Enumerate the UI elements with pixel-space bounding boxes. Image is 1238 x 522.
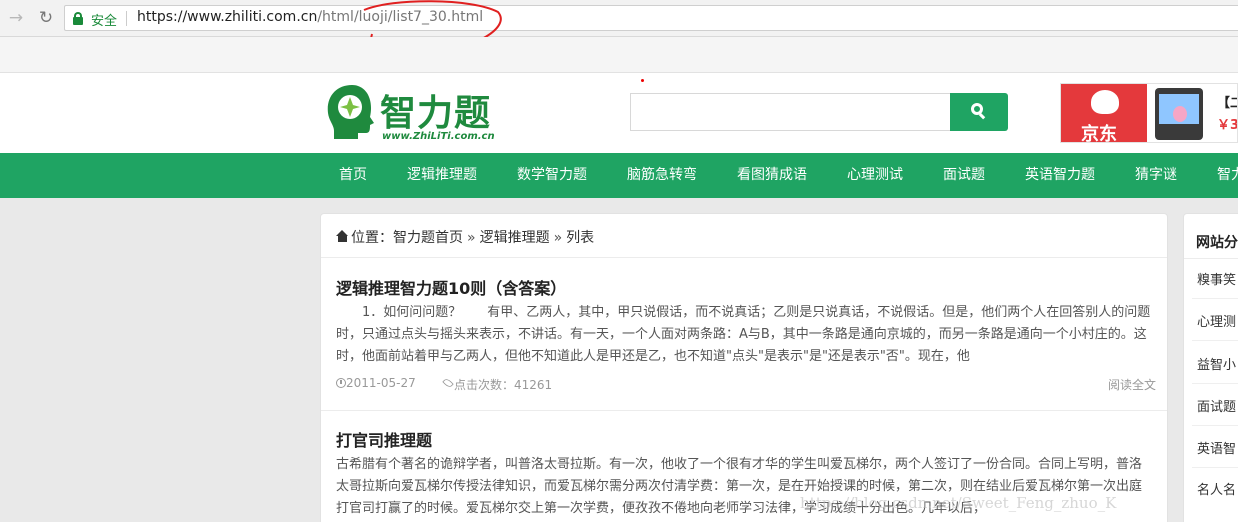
read-more-link[interactable]: 阅读全文	[1108, 376, 1156, 393]
url-path: /html/luoji/list7_30.html	[317, 9, 484, 25]
list-item: 逻辑推理智力题10则（含答案） 1．如何问问题？ 有甲、乙两人，其中，甲只说假话…	[321, 258, 1167, 411]
url-host: https://www.zhiliti.com.cn	[137, 9, 318, 25]
article-views: 点击次数：41261	[454, 378, 553, 392]
article-title-link[interactable]: 逻辑推理智力题10则（含答案）	[336, 275, 566, 299]
sidebar-item-interview[interactable]: 面试题	[1197, 396, 1236, 415]
breadcrumb-separator: »	[467, 230, 476, 246]
sidebar-title: 网站分	[1196, 235, 1238, 251]
nav-item-idioms[interactable]: 看图猜成语	[737, 153, 807, 198]
sidebar-divider	[1192, 298, 1238, 299]
nav-item-home[interactable]: 首页	[339, 153, 367, 198]
ad-brand: 京东	[1081, 124, 1117, 143]
article-meta: 2011-05-27 点击次数：41261 阅读全文	[336, 376, 1156, 392]
article-summary: 古希腊有个著名的诡辩学者，叫普洛太哥拉斯。有一次，他收了一个很有才华的学生叫爱瓦…	[336, 457, 1143, 516]
home-icon	[336, 230, 349, 242]
omnibox-divider	[126, 11, 127, 26]
nav-item-riddles[interactable]: 脑筋急转弯	[627, 153, 697, 198]
sidebar-divider	[1192, 467, 1238, 468]
site-header: 智力题 www.ZhiLiTi.com.cn 京东 【二 ￥3	[0, 73, 1238, 153]
brain-head-icon	[327, 85, 374, 139]
phone-image	[1155, 88, 1203, 140]
search-icon	[971, 103, 987, 120]
ad-banner[interactable]: 京东 【二 ￥3	[1060, 83, 1238, 143]
breadcrumb-category-link[interactable]: 逻辑推理题	[480, 230, 550, 246]
nav-item-psych[interactable]: 心理测试	[847, 153, 903, 198]
ad-price: ￥3	[1217, 118, 1238, 133]
article-title-link[interactable]: 打官司推理题	[336, 427, 432, 451]
breadcrumb-separator: »	[553, 230, 563, 246]
list-item: 打官司推理题 古希腊有个著名的诡辩学者，叫普洛太哥拉斯。有一次，他收了一个很有才…	[321, 411, 1167, 522]
ad-brand-panel: 京东	[1061, 84, 1147, 143]
nav-item-more[interactable]: 智力	[1217, 153, 1238, 198]
eye-icon	[442, 377, 454, 389]
secure-label: 安全	[91, 14, 118, 29]
sidebar-divider	[1192, 383, 1238, 384]
breadcrumb-prefix: 位置：	[351, 230, 393, 246]
mascot-icon	[1091, 90, 1119, 114]
site-logo[interactable]: 智力题 www.ZhiLiTi.com.cn	[324, 81, 500, 143]
logo-text: 智力题	[380, 93, 492, 134]
breadcrumb-current: 列表	[566, 230, 595, 246]
sidebar-item-psych[interactable]: 心理测	[1197, 311, 1236, 330]
nav-item-interview[interactable]: 面试题	[943, 153, 985, 198]
search-button[interactable]	[950, 93, 1008, 131]
sidebar-item-english[interactable]: 英语智	[1197, 438, 1236, 457]
main-nav: 首页 逻辑推理题 数学智力题 脑筋急转弯 看图猜成语 心理测试 面试题 英语智力…	[0, 153, 1238, 198]
sidebar-divider	[1192, 425, 1238, 426]
lock-icon	[73, 12, 83, 25]
red-dot	[641, 79, 644, 82]
browser-toolbar: → ↻ 安全 https://www.zhiliti.com.cn/html/l…	[0, 0, 1238, 37]
clock-icon	[336, 378, 346, 388]
nav-item-logic[interactable]: 逻辑推理题	[407, 153, 477, 198]
breadcrumb: 位置：智力题首页» 逻辑推理题» 列表	[321, 214, 1167, 258]
article-summary: 1．如何问问题？ 有甲、乙两人，其中，甲只说假话，而不说真话；乙则是只说真话，不…	[336, 305, 1151, 364]
breadcrumb-text: 位置：智力题首页» 逻辑推理题» 列表	[351, 227, 594, 247]
sidebar-item-puzzles[interactable]: 益智小	[1197, 354, 1236, 373]
nav-item-english[interactable]: 英语智力题	[1025, 153, 1095, 198]
sidebar-divider	[1184, 258, 1238, 259]
url-text[interactable]: https://www.zhiliti.com.cn/html/luoji/li…	[137, 9, 483, 25]
category-sidebar: 网站分 糗事笑 心理测 益智小 面试题 英语智 名人名	[1183, 213, 1238, 522]
reload-icon[interactable]: ↻	[36, 8, 56, 28]
address-bar[interactable]: 安全 https://www.zhiliti.com.cn/html/luoji…	[64, 5, 1238, 31]
sidebar-divider	[1192, 340, 1238, 341]
search-input[interactable]	[630, 93, 951, 131]
back-arrow-icon[interactable]: →	[6, 8, 26, 28]
bookmarks-bar	[0, 37, 1238, 73]
nav-item-char-riddles[interactable]: 猜字谜	[1135, 153, 1177, 198]
sidebar-item-quotes[interactable]: 名人名	[1197, 479, 1236, 498]
sidebar-item-jokes[interactable]: 糗事笑	[1197, 269, 1236, 288]
logo-subtitle: www.ZhiLiTi.com.cn	[382, 131, 495, 142]
breadcrumb-home-link[interactable]: 智力题首页	[393, 230, 463, 246]
ad-text: 【二	[1217, 96, 1237, 111]
article-date: 2011-05-27	[346, 376, 416, 390]
nav-item-math[interactable]: 数学智力题	[517, 153, 587, 198]
article-list-panel: 位置：智力题首页» 逻辑推理题» 列表 逻辑推理智力题10则（含答案） 1．如何问问…	[320, 213, 1168, 522]
